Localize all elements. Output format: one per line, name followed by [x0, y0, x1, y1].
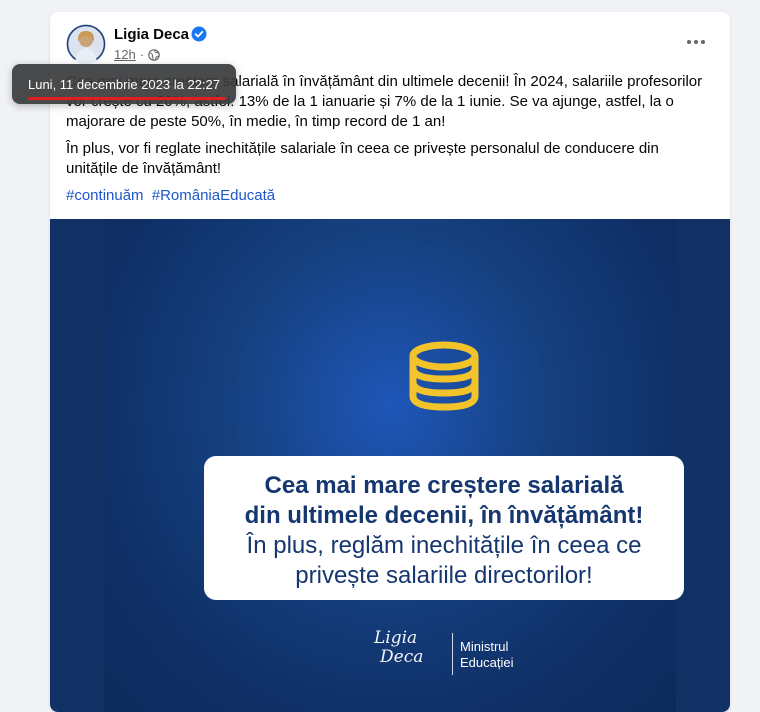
post-meta: 12h ·	[114, 47, 160, 62]
annotation-underline	[28, 97, 226, 100]
author-avatar[interactable]	[66, 24, 106, 64]
institution-line-1: Ministrul	[460, 639, 509, 654]
coins-icon	[409, 341, 479, 411]
more-options-button[interactable]	[684, 32, 708, 52]
image-headline-2: din ultimele decenii, în învățământ!	[244, 502, 644, 529]
post-paragraph-2: În plus, vor fi reglate inechitățile sal…	[66, 140, 659, 177]
hashtag-romaniaeducata[interactable]: #RomâniaEducată	[152, 187, 275, 204]
post-header: Ligia Deca 12h ·	[50, 12, 730, 72]
globe-icon[interactable]	[148, 48, 160, 61]
post-card: Ligia Deca 12h · Cea mai mare creștere s…	[50, 12, 730, 712]
post-timestamp[interactable]: 12h	[114, 47, 136, 62]
image-headline-1: Cea mai mare creștere salarială	[264, 472, 624, 499]
post-image[interactable]: Cea mai mare creștere salarială din ulti…	[50, 219, 730, 712]
signature: Ligia Deca	[374, 629, 423, 667]
signature-first: Ligia	[374, 628, 418, 648]
signature-last: Deca	[380, 647, 424, 667]
more-options-icon	[687, 40, 705, 44]
logo-divider	[452, 633, 453, 675]
image-background: Cea mai mare creștere salarială din ulti…	[104, 219, 684, 712]
meta-separator: ·	[139, 47, 145, 62]
hashtag-continuam[interactable]: #continuăm	[66, 187, 144, 204]
ministry-logo: Ligia Deca Ministrul Educației	[374, 629, 574, 679]
institution-line-2: Educației	[460, 655, 514, 670]
hashtag-list: #continuăm #RomâniaEducată	[66, 186, 714, 206]
message-box: Cea mai mare creștere salarială din ulti…	[204, 456, 684, 600]
image-subline-2: privește salariile directorilor!	[295, 562, 593, 589]
author-name[interactable]: Ligia Deca	[114, 26, 189, 43]
image-subline-1: În plus, reglăm inechitățile în ceea ce	[246, 532, 642, 559]
verified-badge-icon	[191, 26, 207, 42]
institution-name: Ministrul Educației	[460, 639, 513, 671]
